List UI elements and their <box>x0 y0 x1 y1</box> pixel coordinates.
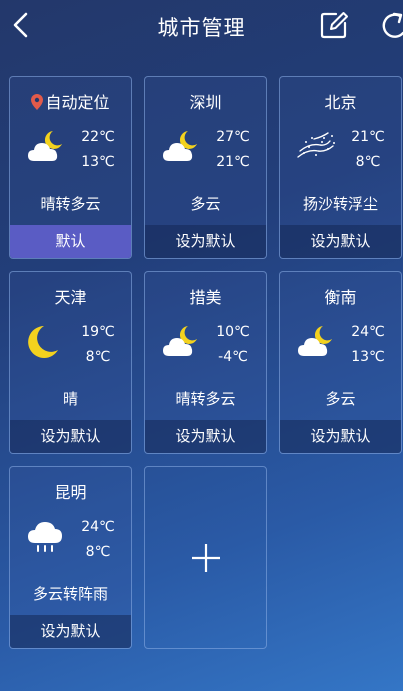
weather-condition: 晴转多云 <box>175 390 236 408</box>
temp-high: 24℃ <box>351 324 385 340</box>
sand-wind-icon <box>297 132 336 158</box>
weather-condition: 扬沙转浮尘 <box>302 195 378 213</box>
default-button[interactable]: 默认 <box>10 225 131 258</box>
moon-icon <box>28 326 58 358</box>
plus-icon <box>191 543 220 572</box>
city-name: 衡南 <box>324 288 357 307</box>
temp-low: -4℃ <box>218 349 248 365</box>
refresh-icon <box>382 12 403 38</box>
top-bar: 城市管理 <box>0 0 403 52</box>
weather-condition: 晴转多云 <box>40 195 101 213</box>
rain-cloud-icon <box>27 521 63 552</box>
city-card-hengnan[interactable]: 衡南 24℃ 13℃ 多云 设为默认 <box>279 271 402 454</box>
add-city-button[interactable] <box>144 466 267 649</box>
weather-condition: 多云 <box>325 390 356 408</box>
set-default-button[interactable]: 设为默认 <box>280 225 401 258</box>
set-default-button[interactable]: 设为默认 <box>280 420 401 453</box>
temp-high: 21℃ <box>351 129 385 145</box>
temp-low: 8℃ <box>85 349 111 365</box>
temp-high: 10℃ <box>216 324 250 340</box>
temp-high: 27℃ <box>216 129 250 145</box>
moon-cloud-icon <box>298 326 332 356</box>
set-default-button[interactable]: 设为默认 <box>145 420 266 453</box>
city-name: 昆明 <box>54 483 87 502</box>
city-card-beijing[interactable]: 北京 21℃ 8℃ 扬沙转浮尘 设为默认 <box>279 76 402 259</box>
temp-low: 8℃ <box>85 544 111 560</box>
refresh-button[interactable] <box>374 9 403 41</box>
city-name: 深圳 <box>189 93 222 112</box>
location-pin-icon <box>31 94 44 110</box>
set-default-button[interactable]: 设为默认 <box>145 225 266 258</box>
city-card-shenzhen[interactable]: 深圳 27℃ 21℃ 多云 设为默认 <box>144 76 267 259</box>
moon-cloud-icon <box>163 326 197 356</box>
back-button[interactable] <box>6 8 36 42</box>
temp-low: 13℃ <box>81 154 115 170</box>
temp-low: 21℃ <box>216 154 250 170</box>
moon-cloud-icon <box>28 131 62 161</box>
set-default-button[interactable]: 设为默认 <box>10 615 131 648</box>
city-name: 措美 <box>189 288 222 307</box>
weather-condition: 多云 <box>190 195 221 213</box>
city-card-cuomei[interactable]: 措美 10℃ -4℃ 晴转多云 设为默认 <box>144 271 267 454</box>
edit-button[interactable] <box>318 9 350 41</box>
edit-icon <box>320 12 348 39</box>
city-card-kunming[interactable]: 昆明 24℃ 8℃ 多云转阵雨 设为默认 <box>9 466 132 649</box>
weather-condition: 晴 <box>62 390 78 408</box>
city-name: 天津 <box>54 288 87 307</box>
temp-low: 8℃ <box>355 154 381 170</box>
temp-low: 13℃ <box>351 349 385 365</box>
city-name: 自动定位 <box>45 93 110 112</box>
temp-high: 22℃ <box>81 129 115 145</box>
temp-high: 19℃ <box>81 324 115 340</box>
set-default-button[interactable]: 设为默认 <box>10 420 131 453</box>
temp-high: 24℃ <box>81 519 115 535</box>
city-card-auto-location[interactable]: 自动定位 22℃ 13℃ 晴转多云 默认 <box>9 76 132 259</box>
city-name: 北京 <box>324 93 357 112</box>
back-arrow-icon <box>13 12 28 38</box>
weather-condition: 多云转阵雨 <box>32 585 108 603</box>
city-card-tianjin[interactable]: 天津 19℃ 8℃ 晴 设为默认 <box>9 271 132 454</box>
moon-cloud-icon <box>163 131 197 161</box>
